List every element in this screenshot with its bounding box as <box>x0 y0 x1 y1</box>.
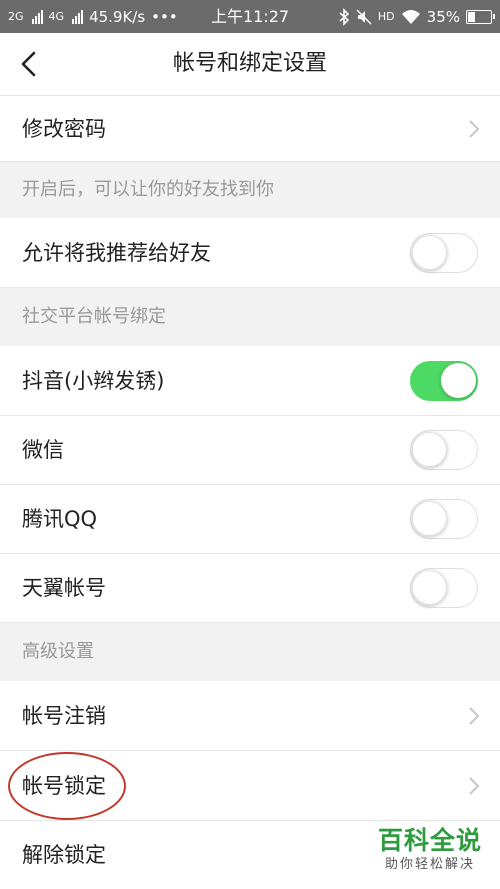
tianyi-toggle[interactable] <box>410 568 478 608</box>
douyin-toggle[interactable] <box>410 360 478 401</box>
recommend-to-friends-row: 允许将我推荐给好友 <box>0 218 500 288</box>
tianyi-label: 天翼帐号 <box>22 576 106 600</box>
chevron-right-icon <box>469 776 480 795</box>
toggle-knob <box>412 501 447 536</box>
wechat-toggle[interactable] <box>410 430 478 470</box>
recommend-to-friends-label: 允许将我推荐给好友 <box>22 241 211 265</box>
status-bar: 2G 4G 45.9K/s ••• 上午11:27 HD 35% <box>0 0 500 33</box>
section-title: 社交平台帐号绑定 <box>22 306 166 327</box>
wechat-binding-row: 微信 <box>0 416 500 485</box>
navigation-bar: 帐号和绑定设置 <box>0 33 500 96</box>
toggle-knob <box>412 570 447 605</box>
mute-icon <box>356 8 372 25</box>
watermark-logo: 百科全说 助你轻松解决 <box>370 826 490 874</box>
section-title: 高级设置 <box>22 641 94 662</box>
douyin-label: 抖音(小辫发锈) <box>22 369 165 393</box>
watermark-sub: 助你轻松解决 <box>384 857 475 872</box>
friend-discovery-section: 开启后，可以让你的好友找到你 <box>0 162 500 218</box>
hd-badge: HD <box>377 10 395 23</box>
page-title: 帐号和绑定设置 <box>172 51 327 76</box>
battery-icon <box>466 9 495 24</box>
annotation-circle <box>8 752 126 820</box>
toggle-knob <box>441 362 476 398</box>
qq-label: 腾讯QQ <box>22 507 98 531</box>
bluetooth-icon <box>339 7 350 26</box>
unlock-label: 解除锁定 <box>22 843 106 867</box>
social-binding-section: 社交平台帐号绑定 <box>0 288 500 346</box>
toggle-knob <box>412 234 447 270</box>
change-password-label: 修改密码 <box>22 117 106 141</box>
wechat-label: 微信 <box>22 438 64 462</box>
recommend-to-friends-toggle[interactable] <box>410 232 478 273</box>
account-cancel-label: 帐号注销 <box>22 704 106 728</box>
wifi-icon <box>401 9 420 24</box>
qq-binding-row: 腾讯QQ <box>0 485 500 554</box>
change-password-row[interactable]: 修改密码 <box>0 96 500 162</box>
chevron-right-icon <box>469 706 480 725</box>
toggle-knob <box>412 432 447 467</box>
tianyi-binding-row: 天翼帐号 <box>0 554 500 623</box>
watermark-main: 百科全说 <box>377 826 482 855</box>
qq-toggle[interactable] <box>410 499 478 539</box>
douyin-binding-row: 抖音(小辫发锈) <box>0 346 500 416</box>
account-cancel-row[interactable]: 帐号注销 <box>0 681 500 751</box>
chevron-right-icon <box>469 119 480 138</box>
advanced-settings-section: 高级设置 <box>0 623 500 681</box>
battery-percent: 35% <box>426 7 460 26</box>
section-hint: 开启后，可以让你的好友找到你 <box>22 179 274 200</box>
